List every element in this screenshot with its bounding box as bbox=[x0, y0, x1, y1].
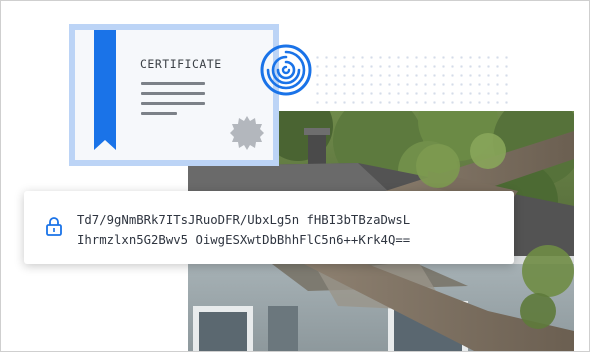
encrypted-text-line-2: Ihrmzlxn5G2Bwv5 OiwgESXwtDbBhhFlC5n6++Kr… bbox=[77, 233, 411, 247]
illustration-frame: CERTIFICATE Td7/9gNmBRk7ITsJRuoDFR/UbxLg… bbox=[0, 0, 590, 352]
certificate-paper: CERTIFICATE bbox=[75, 30, 273, 160]
certificate-text-line bbox=[141, 112, 177, 115]
lock-icon bbox=[46, 217, 62, 236]
encrypted-text: Td7/9gNmBRk7ITsJRuoDFR/UbxLg5n fHBI3bTBz… bbox=[77, 210, 410, 250]
certificate-text-line bbox=[141, 82, 205, 85]
certificate-card: CERTIFICATE bbox=[69, 24, 279, 166]
certificate-text-line bbox=[141, 102, 205, 105]
ribbon-icon bbox=[94, 30, 116, 150]
fingerprint-icon bbox=[260, 44, 312, 96]
certificate-text-line bbox=[141, 92, 205, 95]
certificate-title: CERTIFICATE bbox=[140, 57, 222, 71]
encrypted-text-line-1: Td7/9gNmBRk7ITsJRuoDFR/UbxLg5n fHBI3bTBz… bbox=[77, 213, 411, 227]
dot-grid-decoration bbox=[313, 53, 513, 109]
encrypted-data-card: Td7/9gNmBRk7ITsJRuoDFR/UbxLg5n fHBI3bTBz… bbox=[24, 191, 514, 264]
seal-icon bbox=[230, 116, 264, 150]
